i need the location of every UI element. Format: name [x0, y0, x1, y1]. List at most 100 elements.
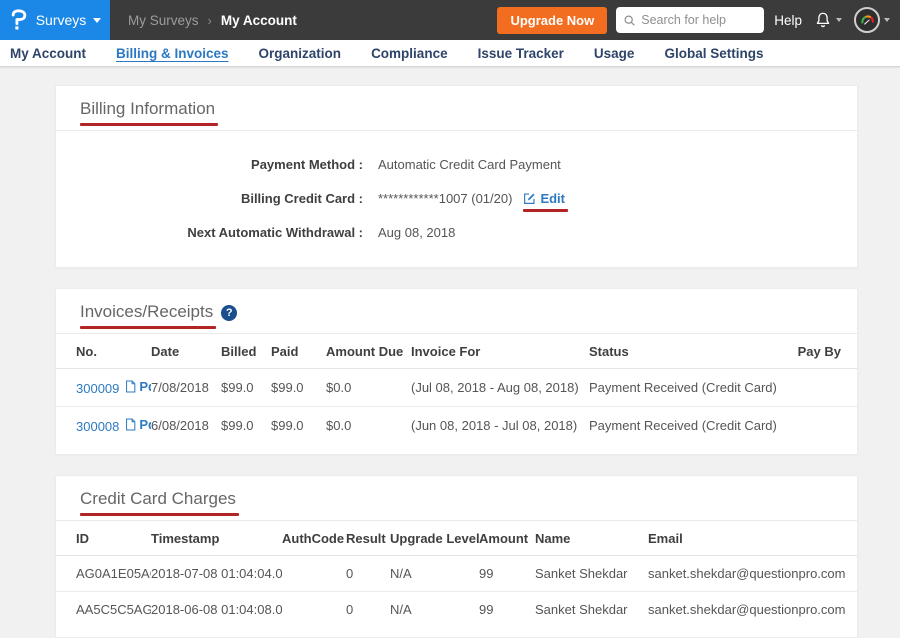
search-input[interactable] [641, 13, 751, 27]
charge-result: 0 [346, 556, 390, 592]
charge-row: AG0A1E05AG0A 2018-07-08 01:04:04.0 0 N/A… [56, 556, 857, 592]
col-paid: Paid [271, 334, 326, 369]
tab-my-account[interactable]: My Account [10, 46, 86, 61]
invoice-row: 300009Pdf 7/08/2018 $99.0 $99.0 $0.0 (Ju… [56, 369, 857, 407]
bell-icon [814, 11, 832, 29]
invoice-for: (Jul 08, 2018 - Aug 08, 2018) [411, 369, 589, 407]
edit-credit-card-link[interactable]: Edit [523, 191, 565, 206]
table-bottom-padding [56, 444, 857, 454]
col-amount-due: Amount Due [326, 334, 411, 369]
edit-pencil-icon [523, 192, 536, 205]
billing-information-title: Billing Information [80, 99, 215, 119]
col-name: Name [535, 521, 648, 556]
charge-row: AA5C5C5AG0A 2018-06-08 01:04:08.0 0 N/A … [56, 592, 857, 628]
invoice-status: Payment Received (Credit Card) [589, 369, 795, 407]
invoices-header-row: No. Date Billed Paid Amount Due Invoice … [56, 334, 857, 369]
billing-information-header: Billing Information [56, 86, 857, 131]
charge-timestamp: 2018-06-08 01:04:08.0 [151, 592, 282, 628]
chevron-down-icon [836, 18, 842, 22]
tab-compliance[interactable]: Compliance [371, 46, 448, 61]
charges-table: ID Timestamp AuthCode Result Upgrade Lev… [56, 521, 857, 627]
charge-authcode [282, 592, 346, 628]
chevron-down-icon [93, 18, 101, 23]
col-invoice-for: Invoice For [411, 334, 589, 369]
col-authcode: AuthCode [282, 521, 346, 556]
tab-organization[interactable]: Organization [259, 46, 342, 61]
charge-upgrade-level: N/A [390, 592, 479, 628]
invoices-receipts-header: Invoices/Receipts ? [56, 289, 857, 334]
credit-card-number: ************1007 (01/20) [378, 191, 512, 206]
charge-amount: 99 [479, 592, 535, 628]
charge-name: Sanket Shekdar [535, 556, 648, 592]
billing-credit-card-label: Billing Credit Card : [80, 191, 363, 206]
credit-card-charges-header: Credit Card Charges [56, 476, 857, 521]
invoices-receipts-title: Invoices/Receipts [80, 302, 213, 322]
col-billed: Billed [221, 334, 271, 369]
breadcrumb-parent[interactable]: My Surveys [128, 13, 199, 28]
invoice-number-link[interactable]: 300009 [76, 381, 119, 396]
charge-id: AG0A1E05AG0A [56, 556, 151, 592]
col-status: Status [589, 334, 795, 369]
invoice-pdf-link[interactable]: Pdf [125, 417, 151, 432]
charge-name: Sanket Shekdar [535, 592, 648, 628]
payment-method-value: Automatic Credit Card Payment [378, 157, 561, 172]
pdf-link-label: Pdf [139, 417, 151, 432]
invoice-amount-due: $0.0 [326, 369, 411, 407]
charge-id: AA5C5C5AG0A [56, 592, 151, 628]
product-switcher[interactable]: Surveys [0, 0, 110, 40]
charge-upgrade-level: N/A [390, 556, 479, 592]
product-name: Surveys [36, 12, 87, 28]
charges-header-row: ID Timestamp AuthCode Result Upgrade Lev… [56, 521, 857, 556]
notifications-menu[interactable] [814, 11, 842, 29]
invoice-pdf-link[interactable]: Pdf [125, 379, 151, 394]
invoice-pay-by [795, 369, 857, 407]
pdf-file-icon [125, 418, 136, 431]
invoice-number-link[interactable]: 300008 [76, 419, 119, 434]
col-pay-by: Pay By [795, 334, 857, 369]
search-icon [623, 14, 636, 27]
col-no: No. [56, 334, 151, 369]
help-link[interactable]: Help [774, 13, 802, 28]
billing-information-card: Billing Information Payment Method : Aut… [55, 85, 858, 268]
questionpro-logo-icon [9, 8, 29, 32]
col-amount: Amount [479, 521, 535, 556]
breadcrumb-current: My Account [221, 13, 297, 28]
invoice-for: (Jun 08, 2018 - Jul 08, 2018) [411, 407, 589, 445]
edit-link-label: Edit [540, 191, 565, 206]
col-timestamp: Timestamp [151, 521, 282, 556]
tab-billing-invoices[interactable]: Billing & Invoices [116, 46, 229, 61]
help-question-icon[interactable]: ? [221, 305, 237, 321]
charge-email: sanket.shekdar@questionpro.com [648, 556, 857, 592]
account-nav-tabs: My Account Billing & Invoices Organizati… [0, 40, 900, 67]
pdf-link-label: Pdf [139, 379, 151, 394]
account-menu[interactable] [854, 7, 890, 33]
top-header: Surveys My Surveys › My Account Upgrade … [0, 0, 900, 40]
invoice-date: 6/08/2018 [151, 407, 221, 445]
credit-card-charges-title: Credit Card Charges [80, 489, 236, 509]
billing-information-fields: Payment Method : Automatic Credit Card P… [56, 131, 857, 267]
upgrade-now-button[interactable]: Upgrade Now [497, 7, 607, 34]
next-withdrawal-label: Next Automatic Withdrawal : [80, 225, 363, 240]
help-search-box[interactable] [616, 7, 764, 33]
tab-issue-tracker[interactable]: Issue Tracker [478, 46, 564, 61]
invoice-status: Payment Received (Credit Card) [589, 407, 795, 445]
billing-credit-card-value: ************1007 (01/20) Edit [378, 191, 565, 206]
pdf-file-icon [125, 380, 136, 393]
charge-authcode [282, 556, 346, 592]
credit-card-charges-card: Credit Card Charges ID Timestamp AuthCod… [55, 475, 858, 638]
next-withdrawal-value: Aug 08, 2018 [378, 225, 455, 240]
invoice-billed: $99.0 [221, 407, 271, 445]
tab-global-settings[interactable]: Global Settings [664, 46, 763, 61]
invoice-paid: $99.0 [271, 407, 326, 445]
payment-method-row: Payment Method : Automatic Credit Card P… [80, 147, 833, 181]
col-email: Email [648, 521, 857, 556]
breadcrumb: My Surveys › My Account [128, 13, 297, 28]
invoice-row: 300008Pdf 6/08/2018 $99.0 $99.0 $0.0 (Ju… [56, 407, 857, 445]
charge-email: sanket.shekdar@questionpro.com [648, 592, 857, 628]
billing-credit-card-row: Billing Credit Card : ************1007 (… [80, 181, 833, 215]
chevron-down-icon [884, 18, 890, 22]
col-result: Result [346, 521, 390, 556]
charge-timestamp: 2018-07-08 01:04:04.0 [151, 556, 282, 592]
col-date: Date [151, 334, 221, 369]
tab-usage[interactable]: Usage [594, 46, 635, 61]
